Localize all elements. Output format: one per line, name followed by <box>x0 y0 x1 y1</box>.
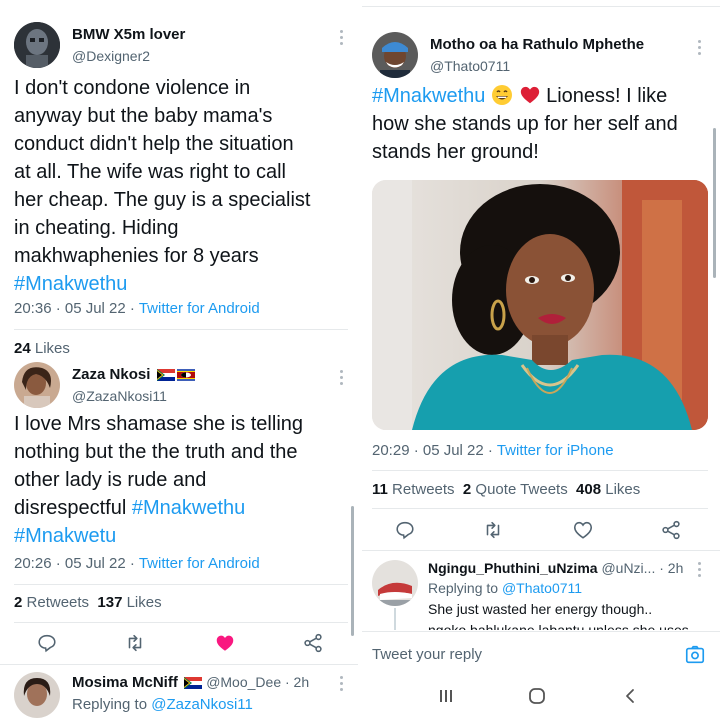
profile-photo-icon <box>372 560 418 606</box>
more-options-icon[interactable] <box>340 676 346 694</box>
avatar[interactable] <box>14 362 60 408</box>
more-options-icon[interactable] <box>698 562 704 580</box>
replying-to-handle-link[interactable]: @Thato0711 <box>502 580 582 596</box>
divider <box>372 470 708 471</box>
reply-icon[interactable] <box>394 519 416 541</box>
tweet-text: I don't condone violence in anyway but t… <box>14 74 354 298</box>
reply-handle-time: @Moo_Dee · 2h <box>206 674 310 690</box>
reply-icon[interactable] <box>36 632 58 654</box>
reply-handle-time: @uNzi... · 2h <box>601 560 684 576</box>
author-name[interactable]: Mosima McNiff @Moo_Dee · 2h <box>72 674 309 691</box>
profile-photo-icon <box>372 32 418 78</box>
scrollbar[interactable] <box>351 506 354 636</box>
divider <box>14 584 348 585</box>
right-screenshot: Motho oa ha Rathulo Mphethe @Thato0711 #… <box>362 0 720 720</box>
author-handle[interactable]: @ZazaNkosi11 <box>72 388 167 404</box>
likes-count[interactable]: 24 Likes <box>14 340 70 357</box>
like-icon-active[interactable] <box>214 632 236 654</box>
tweet-source-link[interactable]: Twitter for iPhone <box>497 442 614 459</box>
scrollbar[interactable] <box>713 128 716 278</box>
divider <box>362 631 720 632</box>
retweet-icon[interactable] <box>482 519 504 541</box>
hashtag-link[interactable]: #Mnakwethu <box>372 85 485 107</box>
more-options-icon[interactable] <box>698 40 704 58</box>
image-icon[interactable] <box>684 644 706 666</box>
profile-photo-icon <box>14 672 60 718</box>
red-heart-emoji-icon <box>520 86 539 104</box>
author-handle[interactable]: @Dexigner2 <box>72 48 150 64</box>
reply-text-overflow: ngoko bahlukane labantu unless she uses <box>428 622 689 630</box>
likes-count[interactable]: 408 Likes <box>576 481 640 498</box>
avatar[interactable] <box>14 672 60 718</box>
like-icon[interactable] <box>572 519 594 541</box>
android-navigation-bar <box>362 684 720 720</box>
author-name[interactable]: Zaza Nkosi <box>72 366 195 383</box>
replying-to-handle-link[interactable]: @ZazaNkosi11 <box>151 696 253 713</box>
divider <box>372 508 708 509</box>
profile-photo-icon <box>14 362 60 408</box>
tweet-source-link[interactable]: Twitter for Android <box>139 555 260 572</box>
replying-to: Replying to @ZazaNkosi11 <box>72 696 253 713</box>
south-africa-flag-icon <box>184 677 203 690</box>
likes-count[interactable]: 137 Likes <box>97 594 161 611</box>
tweet-media-image[interactable] <box>372 180 708 430</box>
divider <box>362 6 720 7</box>
quote-tweets-count[interactable]: 2 Quote Tweets <box>463 481 568 498</box>
tweet-timestamp: 20:36 · 05 Jul 22 · Twitter for Android <box>14 300 260 317</box>
tweet-reply-input[interactable]: Tweet your reply <box>372 646 482 663</box>
tweet-source-link[interactable]: Twitter for Android <box>139 300 260 317</box>
photo-woman-in-teal <box>372 180 708 430</box>
avatar[interactable] <box>372 560 418 606</box>
hashtag-link[interactable]: #Mnakwethu <box>14 270 354 298</box>
avatar[interactable] <box>14 22 60 68</box>
divider <box>362 550 720 551</box>
more-options-icon[interactable] <box>340 370 346 388</box>
reply-text: She just wasted her energy though.. <box>428 601 653 617</box>
replying-to: Replying to @Thato0711 <box>428 580 583 596</box>
retweets-count[interactable]: 2 Retweets <box>14 594 89 611</box>
author-handle[interactable]: @Thato0711 <box>430 58 510 74</box>
reply-composer[interactable]: Tweet your reply <box>362 631 720 676</box>
engagement-stats: 11 Retweets 2 Quote Tweets 408 Likes <box>372 481 640 498</box>
tweet-timestamp: 20:26 · 05 Jul 22 · Twitter for Android <box>14 555 260 572</box>
tweet-text: #Mnakwethu Lioness! I like how she stand… <box>372 85 678 163</box>
tweet-timestamp: 20:29 · 05 Jul 22 · Twitter for iPhone <box>372 442 614 459</box>
back-icon[interactable] <box>622 688 638 704</box>
thread-line <box>394 608 396 630</box>
retweets-count[interactable]: 11 Retweets <box>372 481 455 498</box>
author-name[interactable]: Ngingu_Phuthini_uNzima @uNzi... · 2h <box>428 560 683 576</box>
engagement-stats: 2 Retweets 137 Likes <box>14 594 162 611</box>
grinning-face-emoji-icon <box>491 85 512 105</box>
divider <box>14 329 348 330</box>
divider <box>0 664 358 665</box>
share-icon[interactable] <box>660 519 682 541</box>
eswatini-flag-icon <box>176 369 195 382</box>
hashtag-link[interactable]: #Mnakwetu <box>14 522 354 550</box>
hashtag-link[interactable]: #Mnakwethu <box>132 497 245 519</box>
retweet-icon[interactable] <box>124 632 146 654</box>
home-icon[interactable] <box>528 687 546 705</box>
author-name[interactable]: Motho oa ha Rathulo Mphethe <box>430 36 644 53</box>
tweet-text: I love Mrs shamase she is telling nothin… <box>14 410 354 550</box>
robot-avatar-icon <box>14 22 60 68</box>
avatar[interactable] <box>372 32 418 78</box>
left-screenshot: BMW X5m lover @Dexigner2 I don't condone… <box>0 0 358 720</box>
more-options-icon[interactable] <box>340 30 346 48</box>
author-name[interactable]: BMW X5m lover <box>72 26 185 43</box>
divider <box>14 622 348 623</box>
south-africa-flag-icon <box>156 369 175 382</box>
recent-apps-icon[interactable] <box>438 688 454 704</box>
share-icon[interactable] <box>302 632 324 654</box>
